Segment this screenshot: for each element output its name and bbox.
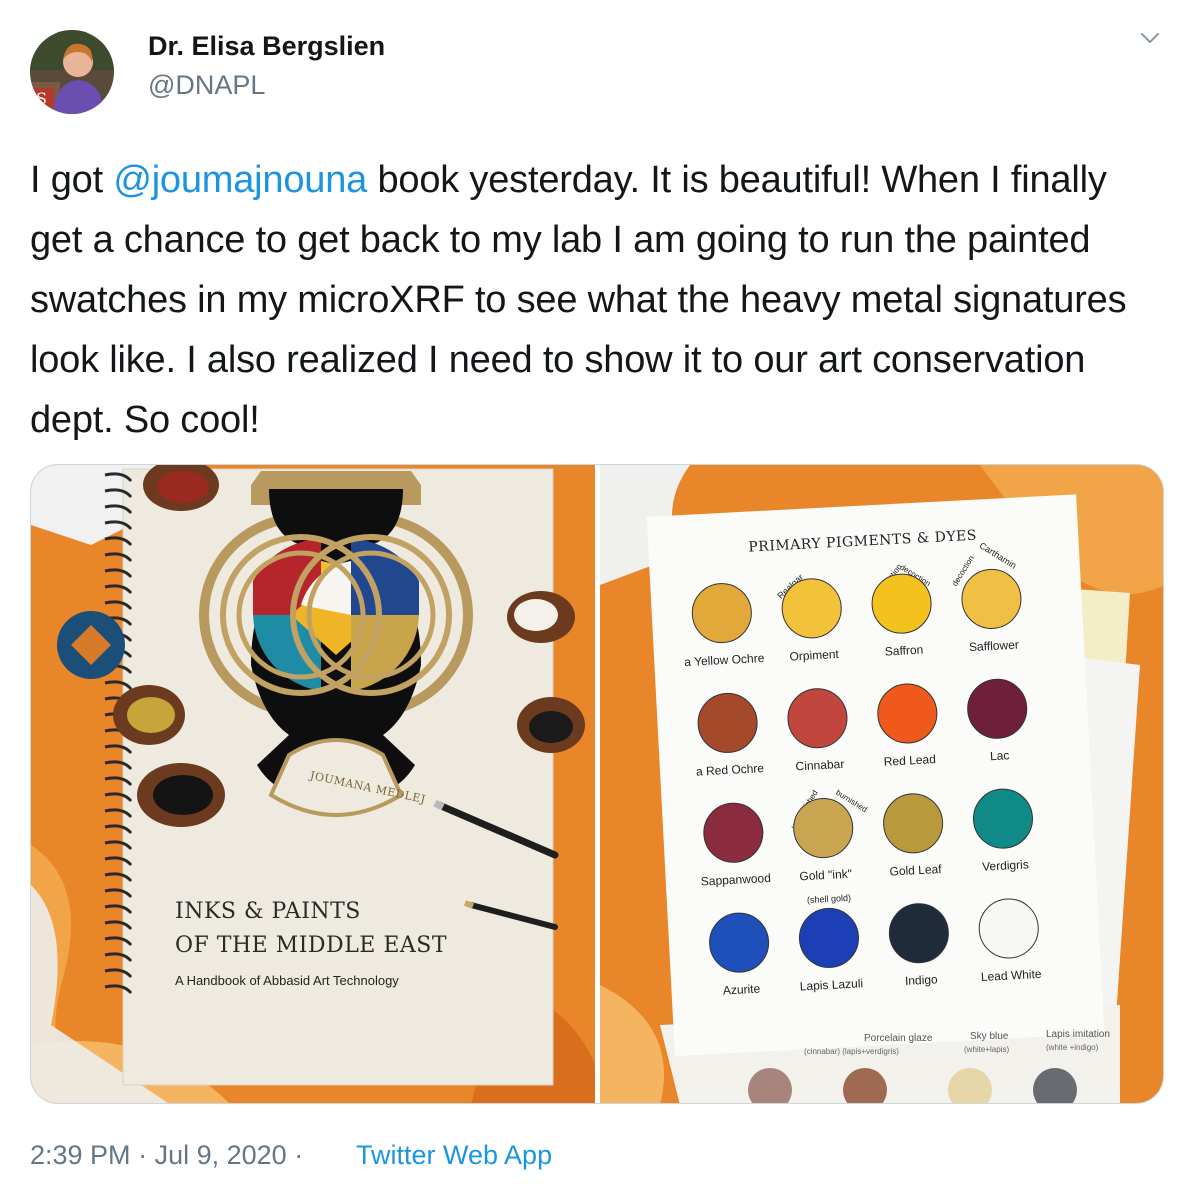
- pigment-swatch-label: Lac: [989, 748, 1010, 764]
- pigment-swatch: [707, 911, 771, 975]
- pigment-sheet: PRIMARY PIGMENTS & DYES Realgar macerati…: [647, 494, 1105, 1056]
- pigment-swatch: [875, 681, 939, 746]
- avatar-image: S: [30, 30, 114, 114]
- tweet-text: I got @joumajnouna book yesterday. It is…: [30, 150, 1160, 450]
- author-avatar[interactable]: S: [30, 30, 114, 114]
- lower-sheet-lapis-imitation: Lapis imitation: [1046, 1029, 1110, 1040]
- separator-dot: ·: [138, 1140, 148, 1170]
- book-title-line1: INKS & PAINTS: [175, 899, 361, 924]
- pigment-swatch-label: Indigo: [904, 972, 939, 988]
- lower-sheet-sky-blue: Sky blue: [970, 1031, 1009, 1042]
- lower-sheet-porcelain-note: (cinnabar) (lapis+verdigris): [804, 1047, 899, 1056]
- chevron-down-icon[interactable]: [1138, 26, 1162, 50]
- pigment-swatch: [797, 906, 861, 970]
- pigment-swatch: [977, 896, 1041, 961]
- swatch-grid: a Yellow Ochre Orpiment Saffron Safflower a …: [647, 494, 1105, 1056]
- tweet-source-link[interactable]: Twitter Web App: [356, 1138, 552, 1172]
- pigment-swatch-label: Azurite: [722, 981, 761, 998]
- lower-sheet-sky-blue-note: (white+lapis): [964, 1045, 1010, 1054]
- author-display-name[interactable]: Dr. Elisa Bergslien: [148, 30, 385, 62]
- pigment-swatch-label: Verdigris: [981, 857, 1030, 874]
- pigment-swatch: [971, 787, 1035, 851]
- tweet-time[interactable]: 2:39 PM: [30, 1140, 131, 1170]
- book-title-line2: OF THE MIDDLE EAST: [175, 933, 448, 958]
- media-grid: JOUMANA MEDLEJ INKS & PAINTS OF THE MIDD…: [30, 464, 1164, 1104]
- separator-dot: ·: [294, 1140, 304, 1170]
- pigment-swatch: [965, 677, 1029, 741]
- pigment-swatch-label: Lapis Lazuli: [799, 976, 864, 994]
- pigment-swatch-label: a Yellow Ochre: [683, 650, 765, 670]
- pigment-swatch: [696, 691, 760, 755]
- author-handle[interactable]: @DNAPL: [148, 69, 265, 101]
- pigment-swatch-label: Safflower: [968, 637, 1020, 655]
- tweet-text-rest: book yesterday. It is beautiful! When I …: [30, 159, 1127, 441]
- tweet-date[interactable]: Jul 9, 2020: [155, 1140, 287, 1170]
- pigment-swatch: [870, 572, 934, 636]
- lower-sheet-porcelain: Porcelain glaze: [864, 1033, 933, 1044]
- pigment-swatch-label: Saffron: [884, 642, 924, 659]
- pigment-swatch-label: Gold "ink": [799, 866, 853, 884]
- pigment-swatch-label: Sappanwood: [700, 870, 772, 889]
- pigment-swatch-label: Gold Leaf: [889, 861, 942, 879]
- pigment-swatch: [959, 567, 1023, 631]
- pigment-swatch: [887, 901, 951, 965]
- pigment-swatch-label: Orpiment: [789, 647, 840, 664]
- pigment-swatch-label: a Red Ochre: [695, 761, 765, 779]
- pigment-swatch: [881, 791, 945, 855]
- photo-book-cover[interactable]: JOUMANA MEDLEJ INKS & PAINTS OF THE MIDD…: [31, 465, 595, 1103]
- pigment-swatch: [690, 581, 754, 645]
- svg-text:S: S: [36, 89, 47, 108]
- pigment-swatch: [701, 801, 765, 865]
- pigment-swatch: [791, 796, 855, 860]
- tweet-timestamp[interactable]: 2:39 PM · Jul 9, 2020 ·: [30, 1138, 303, 1172]
- pigment-swatch-label: Cinnabar: [795, 756, 845, 774]
- tweet-text-start: I got: [30, 159, 114, 201]
- pigment-swatch: [780, 576, 844, 640]
- pigment-swatch-label: Red Lead: [883, 752, 937, 769]
- pigment-swatch: [785, 686, 849, 750]
- tweet-card: S Dr. Elisa Bergslien @DNAPL I got @joum…: [0, 0, 1186, 1186]
- pigment-swatch-label: Lead White: [980, 966, 1042, 985]
- lower-sheet-lapis-imitation-note: (white +indigo): [1046, 1043, 1099, 1052]
- mention-link[interactable]: @joumajnouna: [113, 159, 367, 201]
- book-subtitle: A Handbook of Abbasid Art Technology: [175, 973, 399, 988]
- book-cover-illustration: [31, 465, 595, 1103]
- photo-pigment-sheet[interactable]: PRIMARY PIGMENTS & DYES Realgar macerati…: [600, 465, 1163, 1103]
